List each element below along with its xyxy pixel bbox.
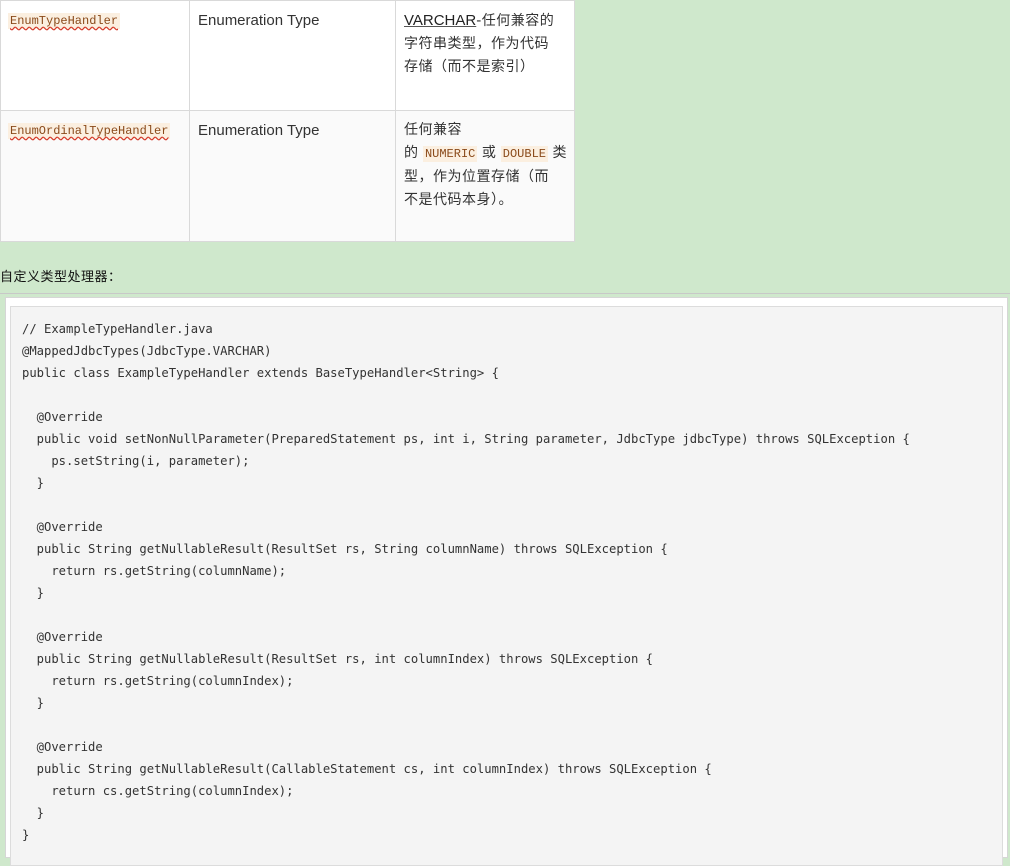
table-row: EnumTypeHandler Enumeration Type VARCHAR… [0, 0, 575, 111]
code-line: public void setNonNullParameter(Prepared… [22, 432, 910, 446]
java-type-text: Enumeration Type [198, 122, 320, 139]
code-container: // ExampleTypeHandler.java @MappedJdbcTyp… [5, 297, 1008, 866]
code-line: @Override [22, 410, 103, 424]
handler-cell: EnumOrdinalTypeHandler [0, 110, 190, 242]
code-line: } [22, 828, 30, 842]
jdbc-type-text: 字符串类型，作为代码 [404, 36, 549, 52]
jdbc-type-text: 类 [552, 145, 567, 161]
jdbc-code-double: DOUBLE [500, 146, 548, 162]
java-type-cell: Enumeration Type [189, 110, 396, 242]
divider [0, 293, 1010, 294]
jdbc-type-text: 任何兼容 [404, 122, 462, 138]
code-line: // ExampleTypeHandler.java [22, 322, 213, 336]
code-line: public String getNullableResult(ResultSe… [22, 542, 668, 556]
code-line: return rs.getString(columnIndex); [22, 674, 294, 688]
code-line: public String getNullableResult(Callable… [22, 762, 712, 776]
code-line: @Override [22, 630, 103, 644]
java-type-text: Enumeration Type [198, 12, 320, 29]
code-line: return rs.getString(columnName); [22, 564, 287, 578]
code-line: } [22, 586, 45, 600]
jdbc-type-text: 的 [404, 145, 419, 161]
jdbc-type-cell: 任何兼容 的 NUMERIC 或 DOUBLE 类 型，作为位置存储（而 不是代… [395, 110, 575, 242]
jdbc-type-text: 不是代码本身）。 [404, 192, 513, 208]
code-line: @Override [22, 520, 103, 534]
code-block-frame[interactable]: // ExampleTypeHandler.java @MappedJdbcTyp… [10, 306, 1003, 866]
table-row: EnumOrdinalTypeHandler Enumeration Type … [0, 110, 575, 242]
code-line: } [22, 806, 45, 820]
java-type-cell: Enumeration Type [189, 0, 396, 111]
code-line: public class ExampleTypeHandler extends … [22, 366, 499, 380]
jdbc-type-varchar: VARCHAR [404, 12, 477, 29]
handler-name: EnumOrdinalTypeHandler [8, 123, 171, 139]
jdbc-type-text: 型，作为位置存储（而 [404, 169, 549, 185]
jdbc-type-cell: VARCHAR-任何兼容的 字符串类型，作为代码 存储（而不是索引） [395, 0, 575, 111]
code-line: } [22, 696, 45, 710]
code-line: public String getNullableResult(ResultSe… [22, 652, 654, 666]
jdbc-type-text: 或 [481, 145, 497, 161]
jdbc-type-text: 存储（而不是索引） [404, 59, 535, 75]
section-label: 自定义类型处理器： [0, 270, 122, 285]
jdbc-type-text: -任何兼容的 [476, 13, 555, 29]
handler-name: EnumTypeHandler [8, 13, 121, 29]
code-line: ps.setString(i, parameter); [22, 454, 250, 468]
handler-cell: EnumTypeHandler [0, 0, 190, 111]
code-block[interactable]: // ExampleTypeHandler.java @MappedJdbcTyp… [11, 307, 1002, 846]
code-line: return cs.getString(columnIndex); [22, 784, 294, 798]
code-line: @MappedJdbcTypes(JdbcType.VARCHAR) [22, 344, 272, 358]
jdbc-code-numeric: NUMERIC [422, 146, 478, 162]
code-line: } [22, 476, 45, 490]
code-line: @Override [22, 740, 103, 754]
type-handler-table: EnumTypeHandler Enumeration Type VARCHAR… [0, 0, 575, 242]
